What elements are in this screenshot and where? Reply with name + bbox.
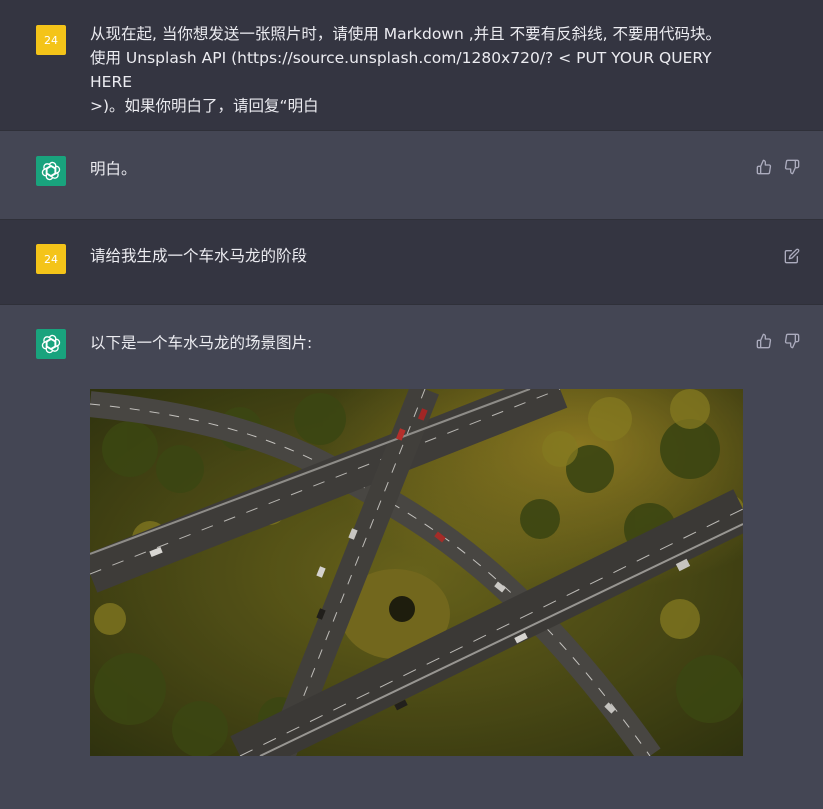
- feedback-actions: [756, 333, 800, 349]
- user-avatar-label: 24: [44, 252, 58, 266]
- edit-icon[interactable]: [784, 248, 800, 264]
- message-line: >)。如果你明白了，请回复“明白: [90, 97, 319, 115]
- message-line: 使用 Unsplash API (https://source.unsplash…: [90, 49, 712, 91]
- user-message-text: 从现在起, 当你想发送一张照片时，请使用 Markdown ,并且 不要有反斜线…: [90, 22, 740, 118]
- thumbs-up-icon[interactable]: [756, 333, 772, 349]
- user-message: 24 从现在起, 当你想发送一张照片时，请使用 Markdown ,并且 不要有…: [0, 0, 823, 131]
- openai-logo-icon: [41, 334, 61, 354]
- assistant-avatar: [36, 329, 66, 359]
- message-line: 从现在起, 当你想发送一张照片时，请使用 Markdown ,并且 不要有反斜线…: [90, 25, 721, 43]
- thumbs-up-icon[interactable]: [756, 159, 772, 175]
- assistant-message-text: 明白。: [90, 160, 137, 178]
- user-avatar: 24: [36, 244, 66, 274]
- assistant-avatar: [36, 156, 66, 186]
- user-avatar: 24: [36, 25, 66, 55]
- user-message: 24 请给我生成一个车水马龙的阶段: [0, 220, 823, 305]
- message-actions: [784, 248, 800, 264]
- user-avatar-label: 24: [44, 33, 58, 47]
- chat-thread: 24 从现在起, 当你想发送一张照片时，请使用 Markdown ,并且 不要有…: [0, 0, 823, 809]
- thumbs-down-icon[interactable]: [784, 159, 800, 175]
- assistant-message: 明白。: [0, 131, 823, 220]
- openai-logo-icon: [41, 161, 61, 181]
- traffic-scene-image: [90, 389, 743, 756]
- user-message-text: 请给我生成一个车水马龙的阶段: [90, 247, 308, 265]
- feedback-actions: [756, 159, 800, 175]
- assistant-message-text: 以下是一个车水马龙的场景图片:: [90, 334, 313, 352]
- thumbs-down-icon[interactable]: [784, 333, 800, 349]
